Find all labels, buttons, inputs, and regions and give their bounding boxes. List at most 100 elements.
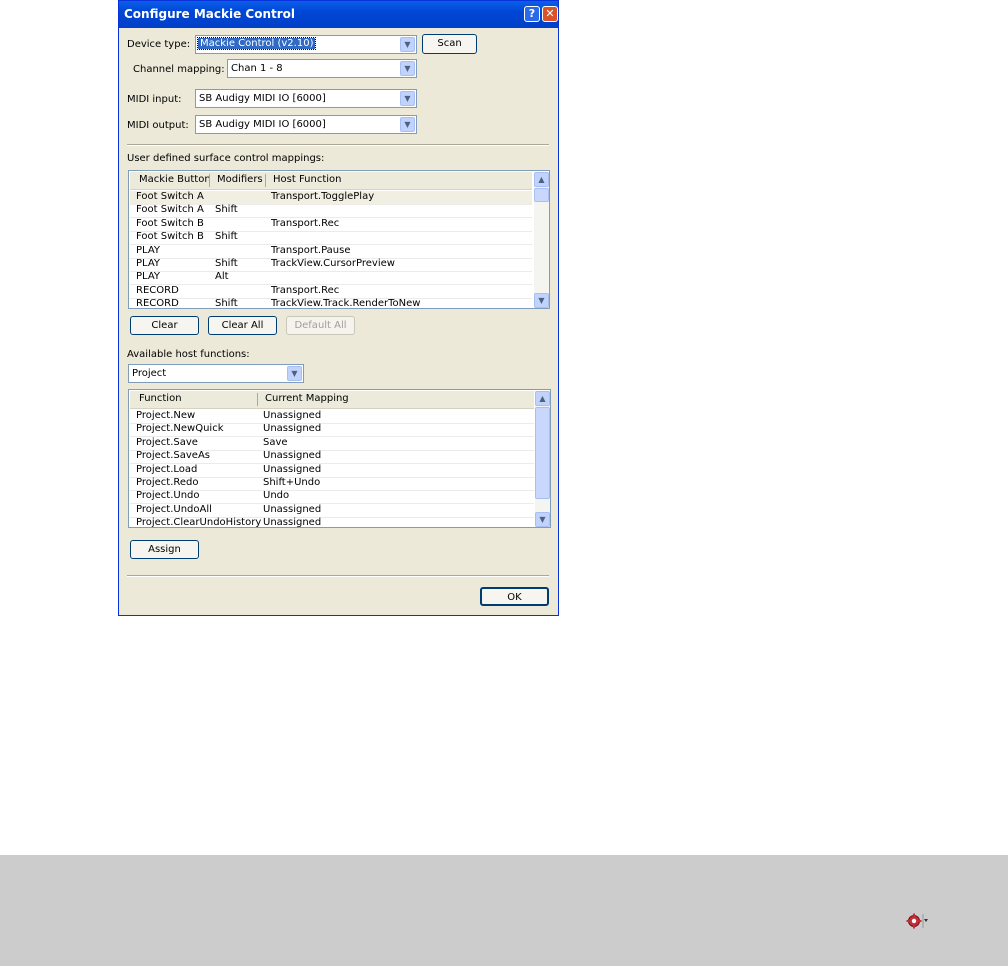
- table-cell: Unassigned: [263, 423, 322, 435]
- table-row[interactable]: Foot Switch A Transport.TogglePlay: [130, 191, 532, 205]
- table-cell: Transport.Pause: [271, 244, 351, 256]
- table-row[interactable]: Foot Switch B Shift: [130, 231, 532, 246]
- mappings-list[interactable]: Mackie Button Modifiers Host Function Fo…: [128, 170, 550, 309]
- table-row[interactable]: Project.Load Unassigned: [130, 464, 534, 478]
- chevron-down-icon: ▼: [400, 117, 415, 132]
- scroll-up-icon[interactable]: ▲: [535, 391, 550, 406]
- clear-button[interactable]: Clear: [130, 316, 199, 335]
- midi-input-label: MIDI input:: [127, 94, 182, 105]
- column-divider[interactable]: [257, 393, 258, 406]
- table-cell: RECORD: [136, 284, 179, 296]
- settings-gear-icon[interactable]: [906, 913, 928, 929]
- column-header[interactable]: Current Mapping: [265, 393, 349, 404]
- table-cell: Foot Switch B: [136, 217, 204, 229]
- table-row[interactable]: RECORD Transport.Rec: [130, 285, 532, 299]
- column-header[interactable]: Mackie Button: [139, 174, 211, 185]
- table-cell: Project.ClearUndoHistory: [136, 517, 262, 528]
- table-cell: TrackView.Track.RenderToNew: [271, 298, 421, 309]
- table-cell: Project.SaveAs: [136, 450, 210, 462]
- device-type-label: Device type:: [127, 39, 191, 50]
- table-cell: Transport.Rec: [271, 217, 340, 229]
- chevron-down-icon: ▼: [400, 61, 415, 76]
- table-row[interactable]: Project.New Unassigned: [130, 410, 534, 424]
- table-row[interactable]: Foot Switch B Transport.Rec: [130, 218, 532, 232]
- chevron-down-icon: ▼: [287, 366, 302, 381]
- table-cell: PLAY: [136, 271, 161, 283]
- table-cell: Project.NewQuick: [136, 423, 224, 435]
- table-cell: Shift: [215, 231, 238, 243]
- table-row[interactable]: PLAY Shift TrackView.CursorPreview: [130, 258, 532, 272]
- separator: [127, 575, 549, 577]
- ok-button[interactable]: OK: [480, 587, 549, 606]
- table-cell: Foot Switch B: [136, 231, 204, 243]
- close-button[interactable]: ✕: [542, 6, 558, 22]
- chevron-down-icon: ▼: [400, 37, 415, 52]
- table-row[interactable]: Project.ClearUndoHistory Unassigned: [130, 517, 534, 528]
- assign-button[interactable]: Assign: [130, 540, 199, 559]
- table-cell: Unassigned: [263, 503, 322, 515]
- host-functions-scrollbar[interactable]: ▲ ▼: [535, 391, 550, 527]
- clear-all-button[interactable]: Clear All: [208, 316, 277, 335]
- table-cell: TrackView.CursorPreview: [271, 258, 395, 269]
- scroll-down-icon[interactable]: ▼: [535, 512, 550, 527]
- table-cell: Foot Switch A: [136, 204, 204, 216]
- table-row[interactable]: PLAY Transport.Pause: [130, 245, 532, 259]
- table-cell: Project.UndoAll: [136, 503, 212, 515]
- dialog-title: Configure Mackie Control: [124, 7, 296, 21]
- table-cell: PLAY: [136, 258, 161, 269]
- table-row[interactable]: PLAY Alt: [130, 271, 532, 286]
- table-row[interactable]: Project.NewQuick Unassigned: [130, 423, 534, 438]
- table-row[interactable]: Project.Redo Shift+Undo: [130, 477, 534, 491]
- table-cell: PLAY: [136, 244, 161, 256]
- column-divider[interactable]: [209, 174, 210, 187]
- dialog-titlebar[interactable]: Configure Mackie Control ? ✕: [119, 1, 558, 28]
- table-cell: Shift: [215, 298, 238, 309]
- table-cell: RECORD: [136, 298, 179, 309]
- table-cell: Undo: [263, 490, 290, 502]
- scroll-thumb[interactable]: [534, 188, 549, 202]
- host-functions-label: Available host functions:: [127, 349, 250, 360]
- column-header[interactable]: Function: [139, 393, 182, 404]
- host-category-value: Project: [132, 368, 167, 379]
- scroll-down-icon[interactable]: ▼: [534, 293, 549, 308]
- configure-dialog: Configure Mackie Control ? ✕ Device type…: [118, 0, 559, 616]
- device-type-select[interactable]: Mackie Control (v2.10) ▼: [195, 35, 417, 54]
- table-cell: Project.Load: [136, 463, 198, 475]
- table-row[interactable]: RECORD Shift TrackView.Track.RenderToNew: [130, 298, 532, 309]
- scroll-up-icon[interactable]: ▲: [534, 172, 549, 187]
- host-category-select[interactable]: Project ▼: [128, 364, 304, 383]
- column-header[interactable]: Host Function: [273, 174, 341, 185]
- host-functions-list[interactable]: Function Current Mapping Project.New Unas…: [128, 389, 551, 528]
- table-row[interactable]: Project.UndoAll Unassigned: [130, 504, 534, 518]
- table-row[interactable]: Project.Save Save: [130, 437, 534, 451]
- separator: [127, 144, 549, 146]
- column-header[interactable]: Modifiers: [217, 174, 263, 185]
- table-row[interactable]: Foot Switch A Shift: [130, 204, 532, 219]
- device-type-value: Mackie Control (v2.10): [196, 37, 317, 50]
- chevron-down-icon: ▼: [400, 91, 415, 106]
- default-all-button[interactable]: Default All: [286, 316, 355, 335]
- midi-output-select[interactable]: SB Audigy MIDI IO [6000] ▼: [195, 115, 417, 134]
- taskbar: [0, 855, 1008, 966]
- table-cell: Save: [263, 436, 288, 448]
- midi-input-value: SB Audigy MIDI IO [6000]: [199, 93, 326, 104]
- table-cell: Shift: [215, 258, 238, 269]
- table-cell: Alt: [215, 271, 229, 283]
- table-cell: Project.Save: [136, 436, 198, 448]
- table-cell: Transport.TogglePlay: [271, 191, 375, 202]
- column-divider[interactable]: [265, 174, 266, 187]
- help-button[interactable]: ?: [524, 6, 540, 22]
- midi-output-label: MIDI output:: [127, 120, 189, 131]
- table-cell: Unassigned: [263, 410, 322, 421]
- table-row[interactable]: Project.Undo Undo: [130, 490, 534, 505]
- table-cell: Unassigned: [263, 463, 322, 475]
- scan-button[interactable]: Scan: [422, 34, 477, 54]
- scroll-thumb[interactable]: [535, 407, 550, 499]
- midi-input-select[interactable]: SB Audigy MIDI IO [6000] ▼: [195, 89, 417, 108]
- channel-mapping-select[interactable]: Chan 1 - 8 ▼: [227, 59, 417, 78]
- host-functions-list-header: Function Current Mapping: [130, 391, 534, 409]
- mappings-list-header: Mackie Button Modifiers Host Function: [130, 172, 532, 190]
- table-cell: Unassigned: [263, 517, 322, 528]
- mappings-scrollbar[interactable]: ▲ ▼: [534, 172, 549, 308]
- table-row[interactable]: Project.SaveAs Unassigned: [130, 450, 534, 465]
